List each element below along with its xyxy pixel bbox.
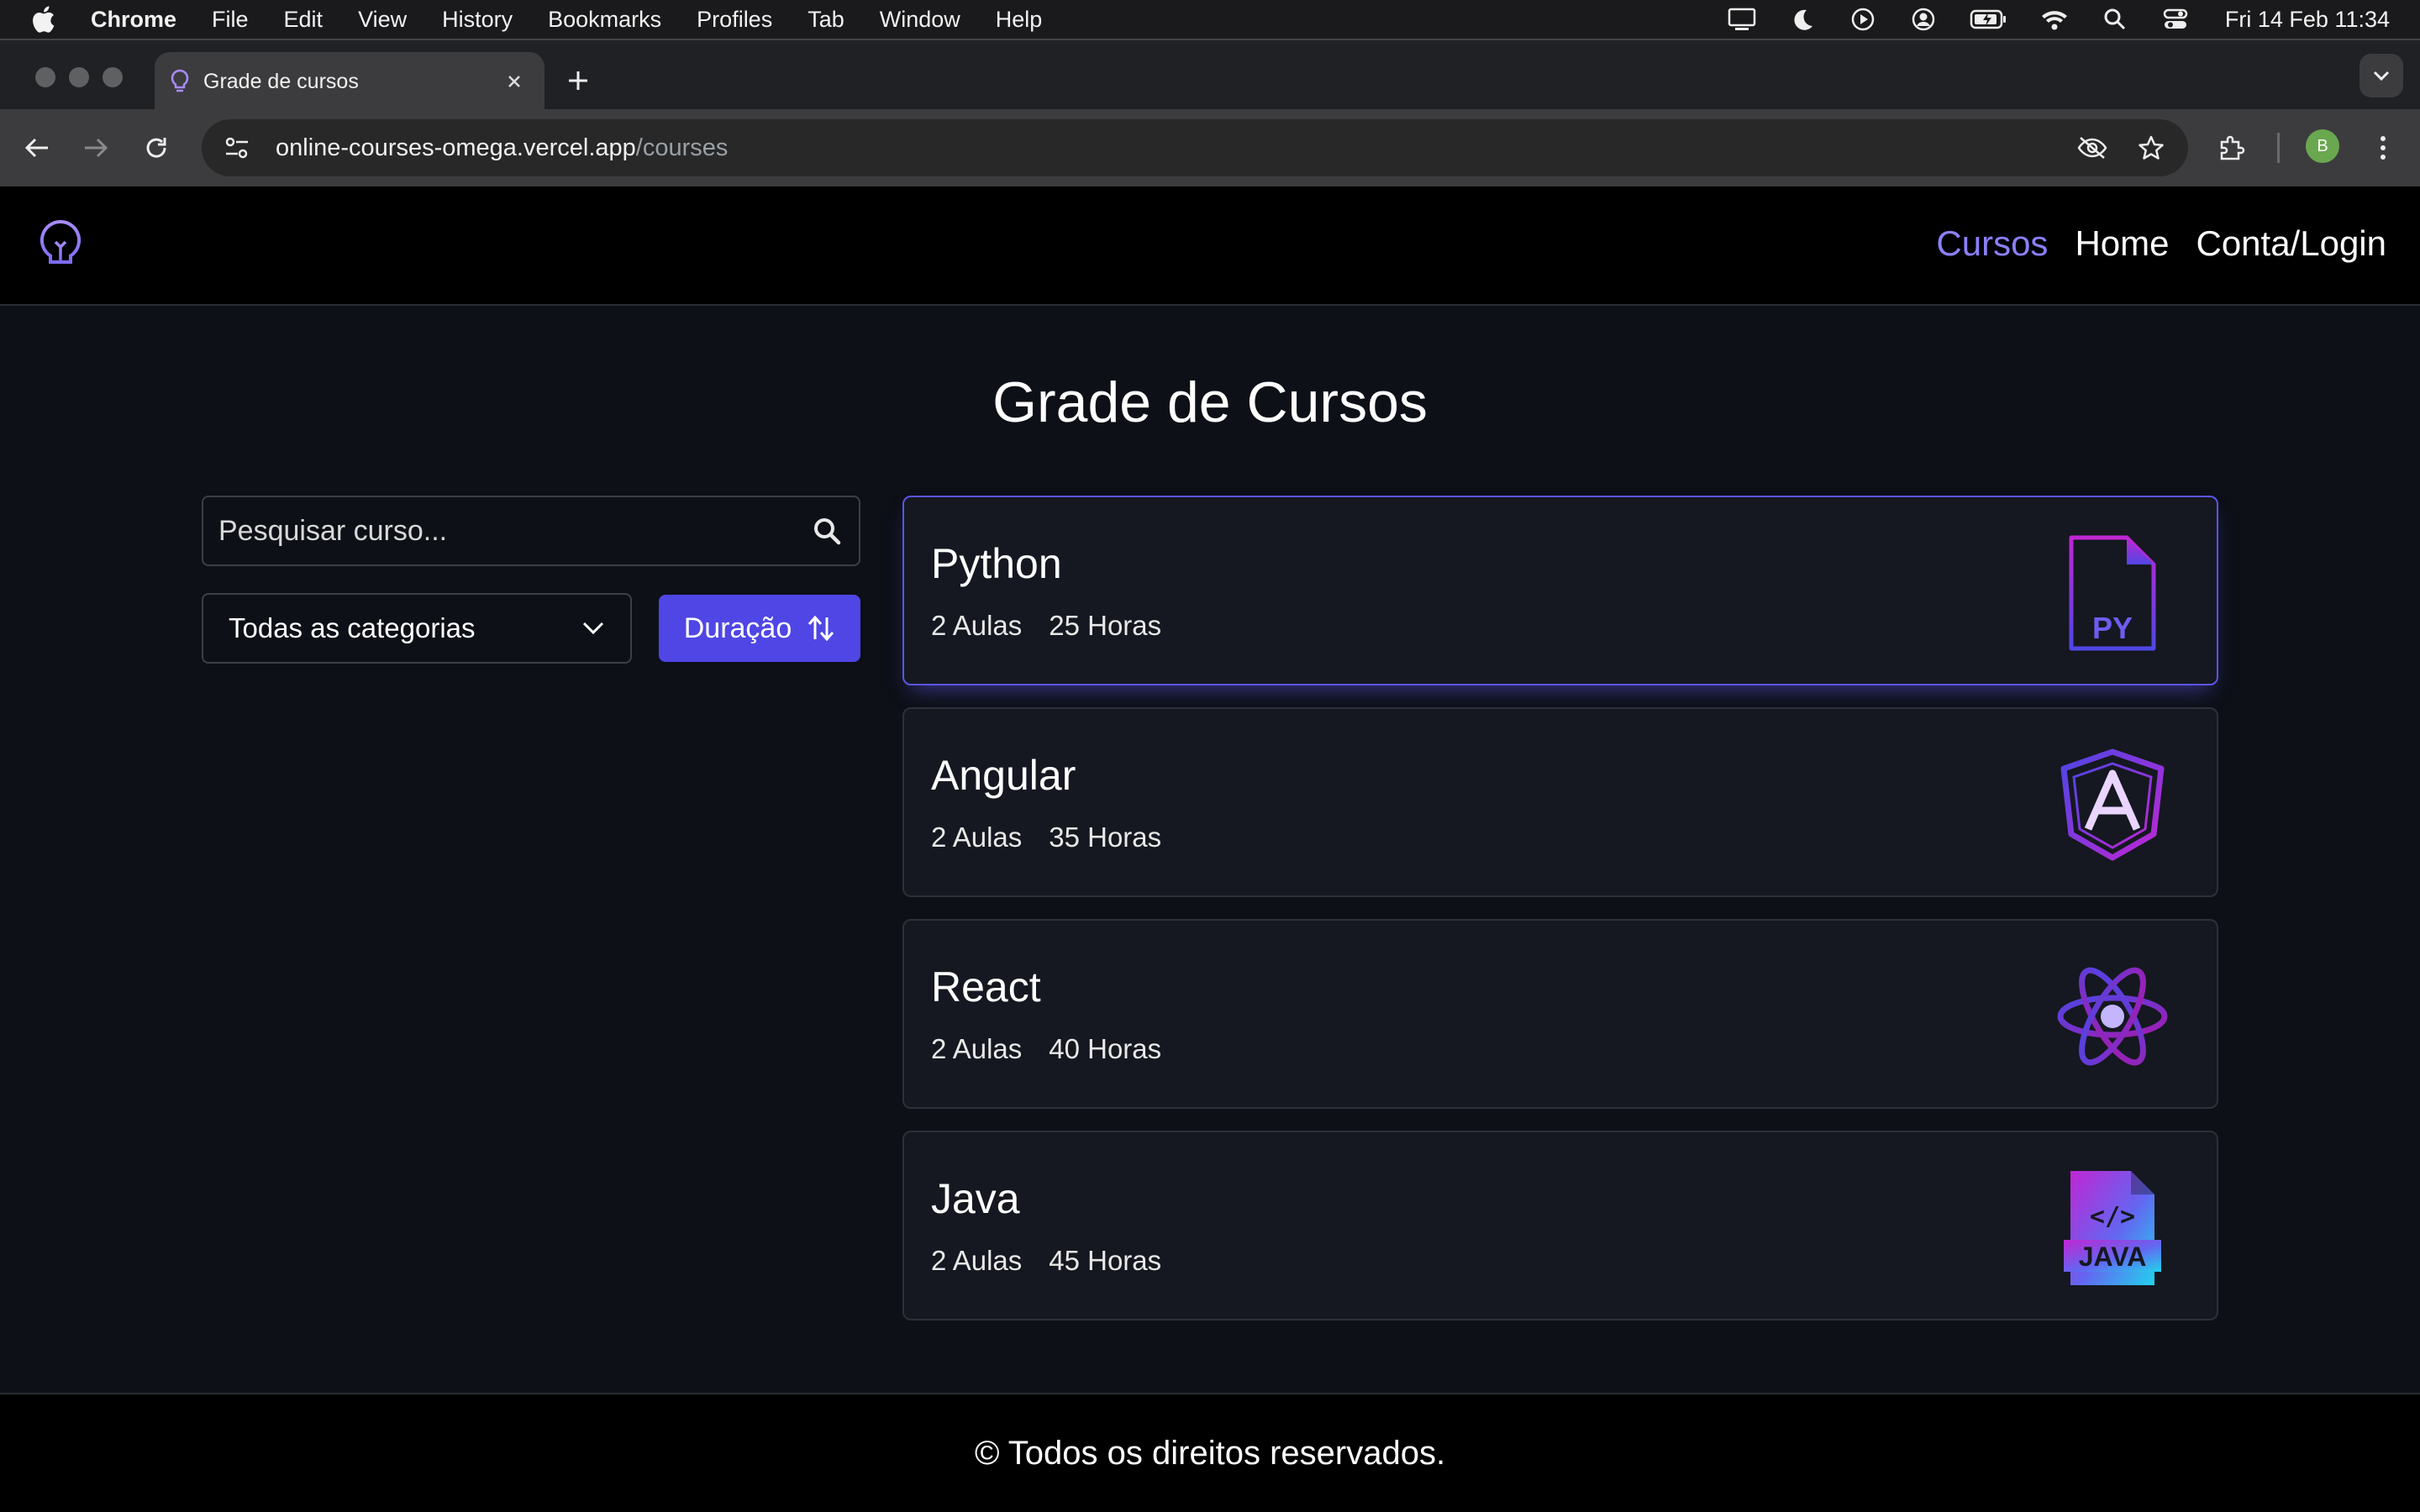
svg-text:</>: </> xyxy=(2090,1202,2135,1231)
search-input[interactable] xyxy=(218,514,810,548)
menu-window[interactable]: Window xyxy=(880,7,960,33)
browser-tab-strip: Grade de cursos xyxy=(0,39,2420,111)
svg-text:PY: PY xyxy=(2092,611,2133,645)
page-title: Grade de Cursos xyxy=(992,370,1428,434)
nav-link-home[interactable]: Home xyxy=(2075,223,2169,264)
search-icon[interactable] xyxy=(810,514,844,548)
menu-profiles[interactable]: Profiles xyxy=(697,7,772,33)
menu-view[interactable]: View xyxy=(358,7,407,33)
svg-text:JAVA: JAVA xyxy=(2079,1242,2147,1272)
tracking-eye-off-icon[interactable] xyxy=(2074,129,2111,166)
apple-menu-icon[interactable] xyxy=(32,6,57,33)
browser-toolbar: online-courses-omega.vercel.app/courses xyxy=(0,109,2420,186)
profile-avatar[interactable]: B xyxy=(2306,129,2339,163)
course-list: Python 2 Aulas 25 Horas PY Angular 2 Aul… xyxy=(902,496,2218,1342)
new-tab-plus-icon[interactable] xyxy=(561,64,595,97)
course-meta: 2 Aulas 40 Horas xyxy=(931,1033,1161,1065)
back-arrow-icon[interactable] xyxy=(18,129,55,166)
course-meta: 2 Aulas 45 Horas xyxy=(931,1245,1161,1277)
web-page: Cursos Home Conta/Login Grade de Cursos … xyxy=(0,186,2420,1512)
menu-bookmarks[interactable]: Bookmarks xyxy=(548,7,661,33)
focus-moon-icon[interactable] xyxy=(1788,5,1817,34)
menu-app-chrome[interactable]: Chrome xyxy=(91,7,176,33)
display-icon[interactable] xyxy=(1728,5,1756,34)
menubar-clock[interactable]: Fri 14 Feb 11:34 xyxy=(2225,7,2390,33)
window-minimize-button[interactable] xyxy=(69,67,89,87)
window-zoom-button[interactable] xyxy=(103,67,123,87)
menu-history[interactable]: History xyxy=(442,7,513,33)
course-name: Python xyxy=(931,540,1062,587)
window-close-button[interactable] xyxy=(35,67,55,87)
category-select-value: Todas as categorias xyxy=(229,612,476,643)
python-file-icon: PY xyxy=(2047,528,2178,659)
course-name: React xyxy=(931,963,1041,1011)
url-path: /courses xyxy=(635,134,729,161)
course-name: Angular xyxy=(931,752,1076,799)
tab-search-chevron-icon[interactable] xyxy=(2360,54,2403,97)
chevron-down-icon xyxy=(582,622,604,635)
nav-link-account-login[interactable]: Conta/Login xyxy=(2196,223,2386,264)
course-lessons: 2 Aulas xyxy=(931,1033,1023,1064)
user-account-icon[interactable] xyxy=(1909,5,1938,34)
site-header: Cursos Home Conta/Login xyxy=(0,186,2420,306)
category-select[interactable]: Todas as categorias xyxy=(202,593,632,664)
search-box xyxy=(202,496,860,566)
toolbar-divider xyxy=(2277,133,2280,163)
course-meta: 2 Aulas 25 Horas xyxy=(931,610,1161,642)
wifi-icon[interactable] xyxy=(2040,5,2069,34)
react-icon xyxy=(2047,951,2178,1082)
tab-favicon-lightbulb-icon xyxy=(171,69,189,92)
course-card-react[interactable]: React 2 Aulas 40 Horas xyxy=(902,919,2218,1109)
tab-title: Grade de cursos xyxy=(203,69,359,93)
course-hours: 45 Horas xyxy=(1049,1245,1162,1276)
extensions-puzzle-icon[interactable] xyxy=(2213,129,2250,166)
course-lessons: 2 Aulas xyxy=(931,822,1023,853)
address-bar[interactable]: online-courses-omega.vercel.app/courses xyxy=(202,119,2188,176)
menu-file[interactable]: File xyxy=(212,7,249,33)
sort-arrows-icon xyxy=(808,615,834,642)
bookmark-star-icon[interactable] xyxy=(2133,129,2170,166)
main-nav: Cursos Home Conta/Login xyxy=(1936,223,2386,264)
course-name: Java xyxy=(931,1175,1020,1222)
course-hours: 25 Horas xyxy=(1049,610,1162,641)
course-meta: 2 Aulas 35 Horas xyxy=(931,822,1161,853)
site-info-tune-icon[interactable] xyxy=(218,129,255,166)
forward-arrow-icon[interactable] xyxy=(77,129,114,166)
menu-help[interactable]: Help xyxy=(996,7,1043,33)
tab-close-icon[interactable] xyxy=(501,68,528,95)
reload-icon[interactable] xyxy=(138,129,175,166)
angular-icon xyxy=(2047,739,2178,870)
macos-menubar: Chrome File Edit View History Bookmarks … xyxy=(0,0,2420,39)
site-footer: © Todos os direitos reservados. xyxy=(0,1393,2420,1512)
sort-duration-button[interactable]: Duração xyxy=(659,595,860,662)
url-text[interactable]: online-courses-omega.vercel.app/courses xyxy=(276,134,728,162)
now-playing-icon[interactable] xyxy=(1849,5,1877,34)
menu-tab[interactable]: Tab xyxy=(808,7,844,33)
java-file-icon: </> JAVA xyxy=(2047,1163,2178,1294)
control-center-icon[interactable] xyxy=(2161,5,2190,34)
footer-copyright: © Todos os direitos reservados. xyxy=(974,1434,1446,1472)
spotlight-search-icon[interactable] xyxy=(2101,5,2129,34)
course-card-java[interactable]: Java 2 Aulas 45 Horas </> JAVA xyxy=(902,1131,2218,1320)
course-hours: 40 Horas xyxy=(1049,1033,1162,1064)
url-host: online-courses-omega.vercel.app xyxy=(276,134,636,161)
course-hours: 35 Horas xyxy=(1049,822,1162,853)
course-lessons: 2 Aulas xyxy=(931,610,1023,641)
chrome-menu-kebab-icon[interactable] xyxy=(2365,129,2402,166)
sort-button-label: Duração xyxy=(683,612,792,644)
lightbulb-logo-icon[interactable] xyxy=(37,218,84,277)
course-lessons: 2 Aulas xyxy=(931,1245,1023,1276)
nav-link-courses[interactable]: Cursos xyxy=(1936,223,2048,264)
battery-icon[interactable] xyxy=(1970,5,2008,34)
menu-edit[interactable]: Edit xyxy=(284,7,324,33)
course-card-angular[interactable]: Angular 2 Aulas 35 Horas xyxy=(902,707,2218,897)
browser-tab-active[interactable]: Grade de cursos xyxy=(155,52,544,111)
course-card-python[interactable]: Python 2 Aulas 25 Horas PY xyxy=(902,496,2218,685)
